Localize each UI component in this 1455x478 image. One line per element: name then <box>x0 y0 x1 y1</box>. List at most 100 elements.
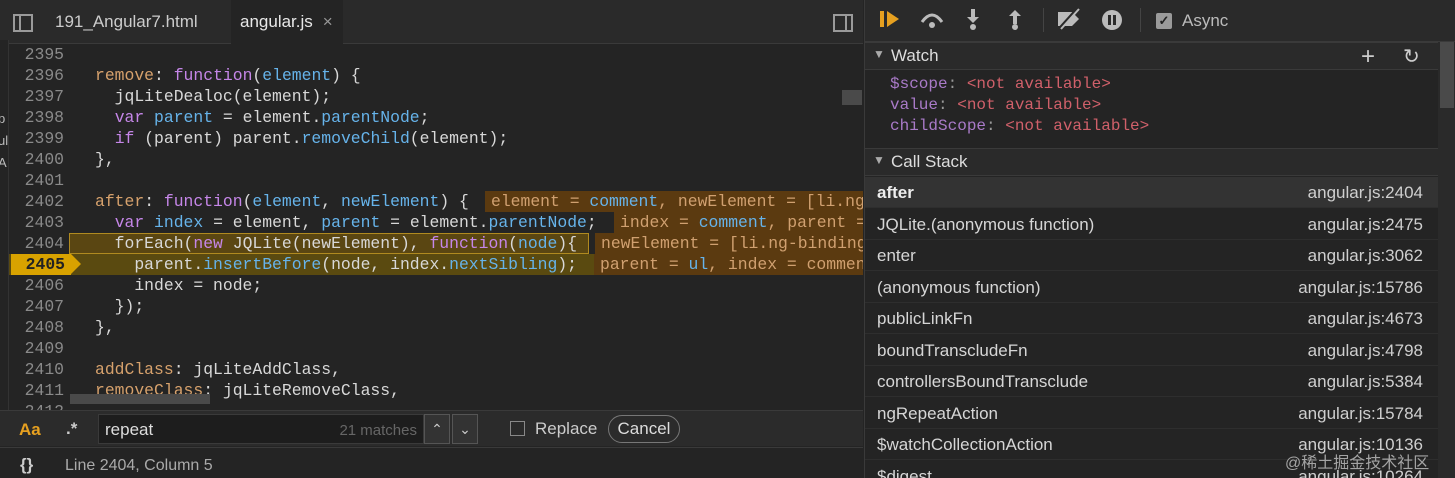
chevron-up-icon: ⌃ <box>431 421 443 437</box>
line-number[interactable]: 2407 <box>9 296 64 317</box>
watch-item[interactable]: value: <not available> <box>890 96 1101 114</box>
breakpoint-marker[interactable]: 2405 <box>11 254 81 275</box>
refresh-icon[interactable]: ↻ <box>1403 44 1420 69</box>
code-text: parent.insertBefore(node, index.nextSibl… <box>95 255 578 274</box>
pretty-print-button[interactable]: {} <box>20 455 33 475</box>
frame-location[interactable]: angular.js:15786 <box>1298 278 1423 298</box>
line-number[interactable]: 2395 <box>9 44 64 65</box>
call-frame[interactable]: enter angular.js:3062 <box>865 240 1438 271</box>
code-line[interactable]: 2408}, <box>9 317 863 338</box>
call-frame[interactable]: boundTranscludeFn angular.js:4798 <box>865 335 1438 366</box>
deactivate-breakpoints-button[interactable] <box>1055 7 1081 36</box>
inline-variable-values: element = comment, newElement = [li.ng <box>485 191 863 212</box>
match-case-button[interactable]: Aa <box>19 420 41 440</box>
line-number[interactable]: 2403 <box>9 212 64 233</box>
tab-label: angular.js <box>240 12 313 31</box>
code-line[interactable]: 2407 }); <box>9 296 863 317</box>
search-input[interactable]: repeat 21 matches <box>98 414 424 444</box>
frame-function: boundTranscludeFn <box>877 340 1028 360</box>
line-number[interactable]: 2411 <box>9 380 64 401</box>
watermark: @稀土掘金技术社区 <box>1285 455 1430 472</box>
replace-checkbox[interactable] <box>510 421 525 436</box>
code-line[interactable]: 2401 <box>9 170 863 191</box>
toggle-navigator-button[interactable] <box>13 0 39 44</box>
line-number[interactable]: 2396 <box>9 65 64 86</box>
frame-location[interactable]: angular.js:15784 <box>1298 404 1423 424</box>
code-line[interactable]: 2397 jqLiteDealoc(element); <box>9 86 863 107</box>
expand-triangle-icon: ▼ <box>873 47 885 61</box>
line-number[interactable]: 2409 <box>9 338 64 359</box>
code-line[interactable]: 2405 parent.insertBefore(node, index.nex… <box>9 254 863 275</box>
call-frame[interactable]: after angular.js:2404 <box>865 177 1438 208</box>
line-number[interactable]: 2402 <box>9 191 64 212</box>
line-number[interactable]: 2400 <box>9 149 64 170</box>
pause-on-exceptions-button[interactable] <box>1099 8 1125 38</box>
code-editor[interactable]: 2395 2396 remove: function(element) {2397 … <box>9 44 863 410</box>
toggle-debugger-button[interactable] <box>833 0 853 44</box>
code-line[interactable]: 2399 if (parent) parent.removeChild(elem… <box>9 128 863 149</box>
section-title: Watch <box>891 46 939 65</box>
clipped-left-panel: p ul A <box>0 40 9 410</box>
cancel-button[interactable]: Cancel <box>608 415 680 443</box>
code-line[interactable]: 2402 after: function(element, newElement)… <box>9 191 863 212</box>
line-number[interactable]: 2408 <box>9 317 64 338</box>
sidebar-scrollbar[interactable] <box>1438 42 1455 478</box>
watch-item[interactable]: $scope: <not available> <box>890 75 1111 93</box>
call-frame[interactable]: controllersBoundTransclude angular.js:538… <box>865 366 1438 397</box>
code-text: after: function(element, newElement) { <box>95 192 469 211</box>
tab-angular-js[interactable]: angular.js × <box>231 0 343 44</box>
code-line[interactable]: 2406 index = node; <box>9 275 863 296</box>
watch-separator: : <box>947 75 967 93</box>
line-number[interactable]: 2412 <box>9 401 64 410</box>
code-text: }, <box>95 318 115 337</box>
code-text: }, <box>95 150 115 169</box>
code-line[interactable]: 2396 remove: function(element) { <box>9 65 863 86</box>
next-match-button[interactable]: ⌄ <box>452 414 478 444</box>
add-watch-button[interactable]: + <box>1361 43 1375 71</box>
call-frame[interactable]: JQLite.(anonymous function) angular.js:24… <box>865 209 1438 240</box>
frame-location[interactable]: angular.js:4673 <box>1308 309 1423 329</box>
frame-location[interactable]: angular.js:2404 <box>1308 183 1423 203</box>
close-icon[interactable]: × <box>323 12 333 31</box>
previous-match-button[interactable]: ⌃ <box>424 414 450 444</box>
line-number[interactable]: 2401 <box>9 170 64 191</box>
vertical-scrollbar[interactable] <box>842 90 862 105</box>
watch-value: <not available> <box>1005 117 1150 135</box>
scrollbar-thumb[interactable] <box>1440 42 1454 108</box>
call-frame[interactable]: publicLinkFn angular.js:4673 <box>865 303 1438 334</box>
line-number[interactable]: 2399 <box>9 128 64 149</box>
call-frame[interactable]: (anonymous function) angular.js:15786 <box>865 272 1438 303</box>
code-text: var parent = element.parentNode; <box>114 108 430 127</box>
line-number[interactable]: 2398 <box>9 107 64 128</box>
code-line[interactable]: 2403 var index = element, parent = eleme… <box>9 212 863 233</box>
line-number[interactable]: 2397 <box>9 86 64 107</box>
frame-location[interactable]: angular.js:5384 <box>1308 372 1423 392</box>
step-over-button[interactable] <box>919 8 945 36</box>
line-number[interactable]: 2404 <box>9 233 64 254</box>
regex-button[interactable]: .* <box>66 419 77 439</box>
code-line[interactable]: 2400}, <box>9 149 863 170</box>
frame-location[interactable]: angular.js:3062 <box>1308 246 1423 266</box>
tab-191-angular7[interactable]: 191_Angular7.html <box>55 0 198 44</box>
code-line[interactable]: 2409 <box>9 338 863 359</box>
frame-location[interactable]: angular.js:2475 <box>1308 215 1423 235</box>
step-out-button[interactable] <box>1002 8 1028 36</box>
step-into-button[interactable] <box>960 8 986 36</box>
line-number[interactable]: 2410 <box>9 359 64 380</box>
code-line[interactable]: 2398 var parent = element.parentNode; <box>9 107 863 128</box>
frame-location[interactable]: angular.js:4798 <box>1308 341 1423 361</box>
resume-button[interactable] <box>877 8 903 36</box>
code-line[interactable]: 2395 <box>9 44 863 65</box>
horizontal-scrollbar[interactable] <box>70 394 210 404</box>
code-line[interactable]: 2410 addClass: jqLiteAddClass, <box>9 359 863 380</box>
step-into-icon <box>967 9 979 30</box>
async-checkbox[interactable]: ✓ <box>1156 13 1172 29</box>
watch-item[interactable]: childScope: <not available> <box>890 117 1149 135</box>
call-stack-section-header[interactable]: ▼ Call Stack <box>865 148 1438 176</box>
call-frame[interactable]: ngRepeatAction angular.js:15784 <box>865 398 1438 429</box>
step-over-icon <box>920 13 944 28</box>
code-text: if (parent) parent.removeChild(element); <box>114 129 509 148</box>
line-number[interactable]: 2406 <box>9 275 64 296</box>
watch-section-header[interactable]: ▼ Watch + ↻ <box>865 42 1438 70</box>
code-line[interactable]: 2404 forEach(new JQLite(newElement), fun… <box>9 233 863 254</box>
